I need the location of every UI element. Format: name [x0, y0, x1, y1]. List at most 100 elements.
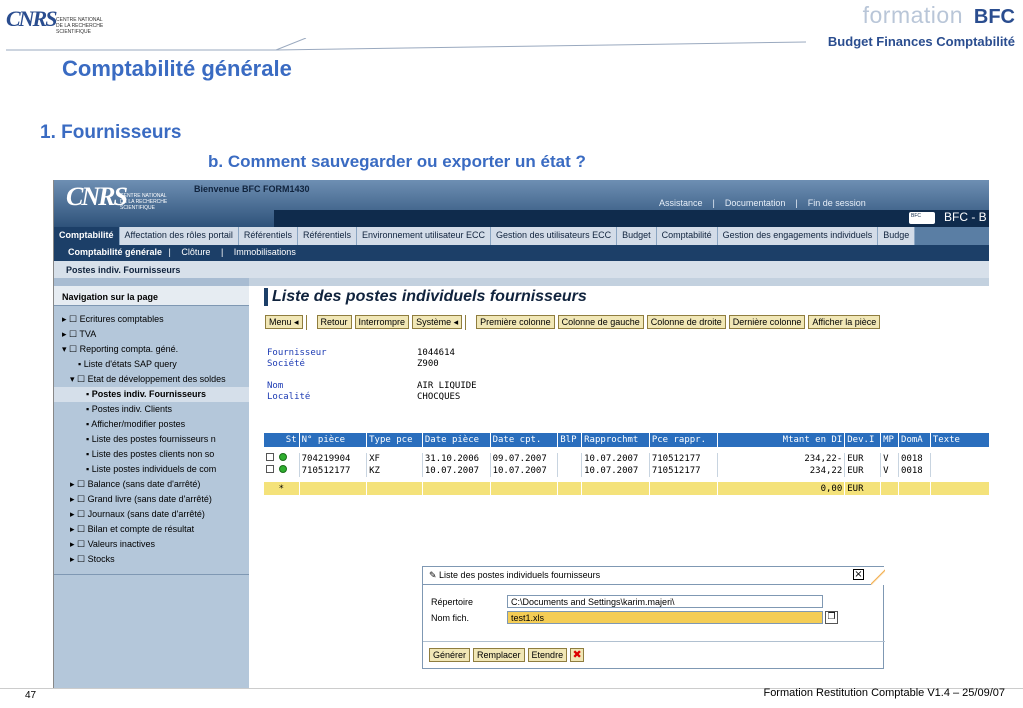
tab-item[interactable]: Affectation des rôles portail [119, 227, 239, 245]
status-green-icon [278, 465, 287, 473]
nav-tree-item[interactable]: ▪ Liste d'états SAP query [54, 357, 249, 372]
grid-column-header[interactable]: Date pièce [421, 432, 491, 448]
tab-item[interactable]: Environnement utilisateur ECC [356, 227, 492, 245]
filename-label: Nom fich. [431, 612, 470, 623]
top-links: Assistance | Documentation | Fin de session [654, 198, 871, 208]
copy-icon[interactable]: ❐ [825, 611, 838, 624]
toolbar-button[interactable]: Menu ◂ [265, 315, 303, 329]
nav-tree-item[interactable]: ▸ ☐ Valeurs inactives [54, 537, 249, 552]
toolbar-separator [465, 315, 473, 330]
tab-item[interactable]: Référentiels [238, 227, 298, 245]
documentation-link[interactable]: Documentation [725, 198, 786, 208]
top-level-tabs: Comptabilité Affectation des rôles portai… [54, 227, 989, 245]
header-field-value: AIR LIQUIDE [417, 381, 477, 391]
toolbar-button[interactable]: Afficher la pièce [808, 315, 881, 329]
toolbar-button[interactable]: Interrompre [354, 315, 410, 329]
subtab-immobilisations[interactable]: Immobilisations [234, 247, 296, 257]
grid-column-header[interactable]: Type pce [366, 432, 423, 448]
toolbar: Menu ◂ Retour Interrompre Système ◂ Première… [265, 315, 881, 330]
subtab-comptabilite-generale[interactable]: Comptabilité générale [68, 247, 162, 257]
tab-item[interactable]: Gestion des engagements individuels [717, 227, 879, 245]
logout-link[interactable]: Fin de session [808, 198, 866, 208]
table-cell: 31.10.2006 [422, 452, 491, 465]
cancel-icon[interactable]: ✖ [570, 648, 585, 662]
filename-input[interactable] [507, 611, 823, 624]
grid-column-header[interactable]: St [263, 432, 300, 448]
nav-tree-item[interactable]: ▸ ☐ Grand livre (sans date d'arrêté) [54, 492, 249, 507]
row-checkbox[interactable] [265, 453, 274, 461]
nav-tree-item[interactable]: ▸ ☐ Bilan et compte de résultat [54, 522, 249, 537]
tab-item[interactable]: Budge [878, 227, 916, 245]
nav-tree-item[interactable]: ▸ ☐ Stocks [54, 552, 249, 567]
assistance-link[interactable]: Assistance [659, 198, 703, 208]
grid-column-header[interactable]: MP [880, 432, 900, 448]
total-cell: * [263, 481, 300, 496]
total-row: * 0,00 EUR [263, 481, 989, 496]
grid-column-header[interactable]: Rapprochmt [581, 432, 650, 448]
status-cell [263, 452, 300, 465]
dialog-title-text: Liste des postes individuels fournisseur… [439, 570, 601, 580]
grid-column-header[interactable]: BlP [557, 432, 583, 448]
close-icon[interactable]: × [853, 569, 864, 580]
nav-tree-item[interactable]: ▪ Postes indiv. Fournisseurs [54, 387, 249, 402]
total-cell [366, 481, 423, 496]
generate-button[interactable]: Générer [429, 648, 471, 662]
toolbar-button[interactable]: Première colonne [476, 315, 555, 329]
nav-tree-item[interactable]: ▾ ☐ Reporting compta. géné. [54, 342, 249, 357]
subtab-cloture[interactable]: Clôture [181, 247, 210, 257]
nav-tree-item[interactable]: ▪ Liste postes individuels de com [54, 462, 249, 477]
table-cell [557, 464, 583, 477]
tab-item[interactable]: Gestion des utilisateurs ECC [491, 227, 618, 245]
header-field-row: Nom AIR LIQUIDE [267, 381, 477, 392]
dialog-corner [871, 567, 885, 585]
total-cell [421, 481, 491, 496]
grid-column-header[interactable]: Mtant en DI [716, 432, 846, 448]
toolbar-button[interactable]: Colonne de gauche [557, 315, 644, 329]
nav-tree-item[interactable]: ▪ Liste des postes fournisseurs n [54, 432, 249, 447]
tab-item[interactable]: Comptabilité [54, 227, 120, 245]
nav-collapse-strip[interactable] [54, 278, 249, 286]
nav-tree-item[interactable]: ▸ ☐ Balance (sans date d'arrêté) [54, 477, 249, 492]
grid-column-header[interactable]: N° pièce [298, 432, 368, 448]
toolbar-button[interactable]: Dernière colonne [728, 315, 806, 329]
table-row[interactable]: 704219904 XF 31.10.2006 09.07.2007 10.07.200… [263, 452, 989, 465]
table-cell: 710512177 [299, 464, 368, 477]
grid-column-header[interactable]: Texte [929, 432, 989, 448]
tab-item[interactable]: Budget [617, 227, 657, 245]
table-cell: V [880, 464, 900, 477]
nav-tree-item[interactable]: ▪ Postes indiv. Clients [54, 402, 249, 417]
table-cell: 234,22- [717, 452, 846, 465]
grid-column-header[interactable]: DomA [898, 432, 931, 448]
tab-item[interactable]: Comptabilité [656, 227, 718, 245]
nav-tree-item[interactable]: ▾ ☐ Etat de développement des soldes [54, 372, 249, 387]
welcome-text: Bienvenue BFC FORM1430 [194, 184, 310, 194]
toolbar-button[interactable]: Colonne de droite [646, 315, 726, 329]
toolbar-button[interactable]: Système ◂ [412, 315, 463, 329]
nav-divider [54, 574, 249, 575]
replace-button[interactable]: Remplacer [473, 648, 525, 662]
table-cell: 0018 [898, 464, 931, 477]
nav-tree-item[interactable]: ▪ Liste des postes clients non so [54, 447, 249, 462]
grid-column-header[interactable]: Pce rappr. [648, 432, 718, 448]
table-row[interactable]: 710512177 KZ 10.07.2007 10.07.2007 10.07.200… [263, 464, 989, 477]
grid-column-header[interactable]: Date cpt. [489, 432, 559, 448]
total-cell: 0,00 [716, 481, 846, 496]
header-field-value: Z900 [417, 359, 439, 369]
sap-portal-window: CNRS CENTRE NATIONAL DE LA RECHERCHE SCI… [53, 180, 989, 688]
tab-item[interactable]: Référentiels [297, 227, 357, 245]
grid-column-header[interactable]: Dev.I [844, 432, 882, 448]
toolbar-button[interactable]: Retour [316, 315, 352, 329]
header-field-label [267, 370, 417, 381]
directory-row: Répertoire [431, 595, 823, 608]
header-field-value: 1044614 [417, 348, 455, 358]
nav-tree-item[interactable]: ▸ ☐ Journaux (sans date d'arrêté) [54, 507, 249, 522]
nav-tree-item[interactable]: ▸ ☐ Ecritures comptables [54, 312, 249, 327]
extend-button[interactable]: Etendre [527, 648, 568, 662]
nav-tree-item[interactable]: ▪ Afficher/modifier postes [54, 417, 249, 432]
table-cell: EUR [844, 464, 882, 477]
nav-tree-item[interactable]: ▸ ☐ TVA [54, 327, 249, 342]
row-checkbox[interactable] [265, 465, 274, 473]
header-fields: Fournisseur 1044614 Société Z900 Nom AIR LIQU… [267, 348, 477, 403]
total-cell [557, 481, 583, 496]
directory-input[interactable] [507, 595, 823, 608]
